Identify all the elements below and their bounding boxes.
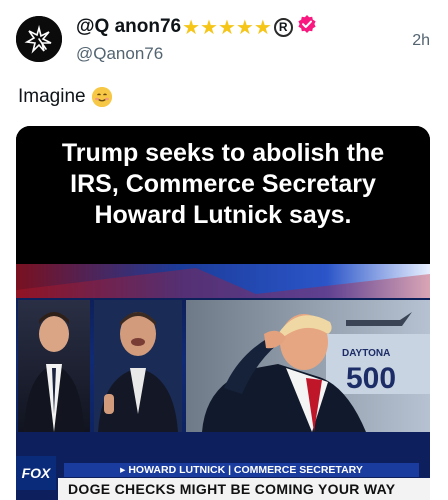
- news-ticker: DOGE CHECKS MIGHT BE COMING YOUR WAY: [58, 478, 430, 500]
- headline: Trump seeks to abolish the IRS, Commerce…: [16, 126, 430, 264]
- registered-icon: R: [273, 17, 293, 37]
- smiling-face-emoji-icon: [91, 87, 112, 107]
- verified-badge-icon: [297, 14, 317, 40]
- display-name-row[interactable]: @Q anon76 ★★★★★ R: [76, 14, 317, 40]
- headline-line-1: Trump seeks to abolish the: [61, 139, 385, 167]
- display-name[interactable]: @Q anon76: [76, 16, 181, 38]
- svg-text:DAYTONA: DAYTONA: [342, 348, 390, 359]
- lower-third-title: ▸ HOWARD LUTNICK | COMMERCE SECRETARY: [64, 463, 419, 477]
- post-text-content: Imagine: [18, 86, 86, 107]
- avatar-image: [16, 16, 62, 62]
- media-image[interactable]: Trump seeks to abolish the IRS, Commerce…: [16, 126, 430, 500]
- handle[interactable]: @Qanon76: [76, 44, 163, 64]
- post-text: Imagine: [18, 86, 112, 108]
- svg-text:500: 500: [346, 362, 396, 395]
- stars: ★★★★★: [182, 16, 272, 39]
- headline-line-2: IRS, Commerce Secretary: [70, 170, 376, 198]
- avatar[interactable]: [16, 16, 62, 62]
- headline-line-3: Howard Lutnick says.: [94, 201, 352, 229]
- channel-logo: FOX: [16, 456, 56, 490]
- timestamp[interactable]: 2h: [412, 32, 430, 50]
